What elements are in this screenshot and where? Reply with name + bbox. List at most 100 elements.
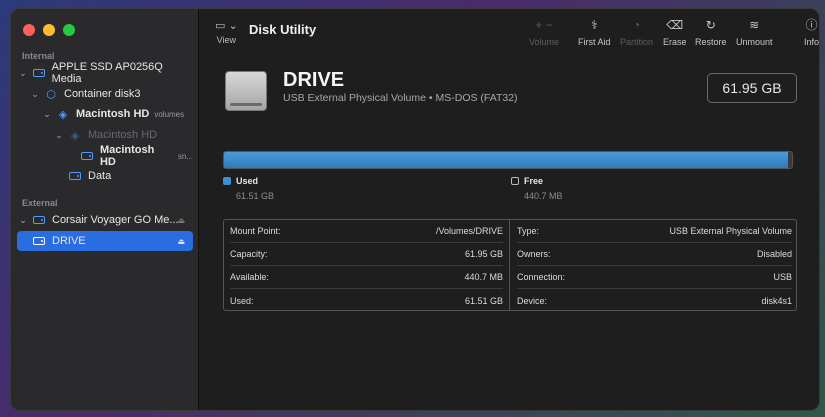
used-legend-value: 61.51 GB: [236, 191, 275, 201]
volume-group-icon: ◈: [58, 108, 68, 121]
sidebar-item-container[interactable]: ⌄ ⬡ Container disk3: [17, 84, 193, 104]
volume-button-label: Volume: [529, 37, 560, 47]
unmount-button-label: Unmount: [736, 37, 773, 47]
external-drive-icon: [225, 71, 267, 111]
used-legend-label: Used: [236, 176, 259, 186]
info-column-left: Mount Point: /Volumes/DRIVE Capacity: 61…: [224, 220, 510, 310]
restore-button[interactable]: ↻ Restore: [695, 17, 727, 47]
disk-icon: [33, 216, 45, 224]
info-value: 61.51 GB: [464, 295, 503, 306]
sidebar-item-label: Data: [88, 170, 112, 182]
sidebar-item-label: Container disk3: [64, 88, 141, 100]
chevron-down-icon[interactable]: ⌄: [41, 109, 53, 120]
free-legend: Free: [511, 176, 543, 186]
chevron-down-icon[interactable]: ⌄: [53, 130, 65, 141]
info-value: USB External Physical Volume: [669, 226, 792, 236]
sidebar: Internal ⌄ APPLE SSD AP0256Q Media ⌄ ⬡ C…: [11, 9, 199, 410]
unmount-icon: ≋: [749, 18, 760, 32]
info-button[interactable]: ⓘ Info: [804, 17, 819, 47]
sidebar-item-data[interactable]: Data: [17, 166, 193, 186]
sidebar-item-label: Macintosh HD: [88, 129, 158, 141]
sidebar-item-apple-ssd[interactable]: ⌄ APPLE SSD AP0256Q Media: [17, 61, 193, 85]
info-key: Available:: [230, 272, 269, 282]
view-button[interactable]: ▭ ⌄ View: [215, 19, 238, 45]
container-icon: ⬡: [46, 88, 56, 101]
unmount-button[interactable]: ≋ Unmount: [736, 17, 773, 47]
info-value: USB: [773, 272, 792, 282]
free-legend-label: Free: [524, 176, 544, 186]
disk-icon: [33, 237, 45, 245]
info-key: Device:: [517, 295, 548, 306]
sidebar-item-sublabel: volumes: [154, 109, 185, 119]
info-key: Owners:: [517, 249, 551, 259]
eject-icon[interactable]: ⏏: [177, 216, 185, 225]
stethoscope-icon: ⚕: [591, 18, 598, 32]
volume-button[interactable]: + − Volume: [529, 17, 559, 47]
disk-utility-window: Internal ⌄ APPLE SSD AP0256Q Media ⌄ ⬡ C…: [10, 8, 820, 411]
erase-button[interactable]: ⌫ Erase: [663, 17, 687, 47]
info-key: Used:: [230, 295, 254, 306]
info-value: 61.95 GB: [464, 249, 503, 259]
window-controls: [23, 24, 75, 36]
info-value: Disabled: [756, 249, 792, 259]
sidebar-item-label: Macintosh HD: [76, 108, 150, 120]
free-swatch-icon: [511, 177, 519, 185]
info-row-type: Type: USB External Physical Volume: [517, 220, 792, 243]
info-row-mount-point: Mount Point: /Volumes/DRIVE: [230, 220, 503, 243]
sidebar-item-label: DRIVE: [52, 235, 86, 247]
usage-bar-fill: [224, 152, 789, 168]
info-value: 440.7 MB: [464, 272, 503, 282]
info-value: /Volumes/DRIVE: [435, 226, 503, 236]
minimize-button[interactable]: [43, 24, 55, 36]
external-section-label: External: [22, 198, 58, 208]
sidebar-item-macintosh-hd-snapshot[interactable]: Macintosh HD sn...: [17, 144, 193, 168]
eject-icon[interactable]: ⏏: [177, 237, 185, 246]
info-row-available: Available: 440.7 MB: [230, 266, 503, 289]
info-key: Connection:: [517, 272, 566, 282]
info-row-connection: Connection: USB: [517, 266, 792, 289]
info-row-owners: Owners: Disabled: [517, 243, 792, 266]
app-title: Disk Utility: [249, 22, 317, 37]
used-swatch-icon: [223, 177, 231, 185]
free-legend-value: 440.7 MB: [524, 191, 563, 201]
disk-icon: [69, 172, 81, 180]
info-table: Mount Point: /Volumes/DRIVE Capacity: 61…: [223, 219, 797, 311]
zoom-button[interactable]: [63, 24, 75, 36]
chevron-down-icon[interactable]: ⌄: [17, 215, 29, 226]
info-key: Mount Point:: [230, 226, 281, 236]
info-icon: ⓘ: [805, 18, 818, 32]
info-column-right: Type: USB External Physical Volume Owner…: [511, 220, 798, 310]
info-value: disk4s1: [761, 295, 792, 306]
partition-icon: ◔: [632, 18, 641, 32]
chevron-down-icon[interactable]: ⌄: [17, 68, 29, 79]
partition-button-label: Partition: [620, 37, 654, 47]
disk-icon: [81, 152, 93, 160]
usage-bar: [223, 151, 793, 169]
chevron-down-icon[interactable]: ⌄: [29, 89, 41, 100]
partition-button[interactable]: ◔ Partition: [620, 17, 653, 47]
sidebar-item-sublabel: sn...: [177, 151, 193, 161]
close-button[interactable]: [23, 24, 35, 36]
info-row-device: Device: disk4s1: [517, 289, 792, 312]
sidebar-item-corsair[interactable]: ⌄ Corsair Voyager GO Me... ⏏: [17, 210, 193, 230]
restore-button-label: Restore: [695, 37, 727, 47]
sidebar-item-label: Corsair Voyager GO Me...: [52, 214, 179, 226]
internal-section-label: Internal: [22, 51, 55, 61]
info-row-used: Used: 61.51 GB: [230, 289, 503, 312]
drive-size-badge: 61.95 GB: [707, 73, 797, 103]
sidebar-item-drive[interactable]: DRIVE ⏏: [17, 231, 193, 251]
volume-group-icon: ◈: [70, 129, 80, 142]
view-button-label: View: [216, 35, 237, 45]
toolbar: ▭ ⌄ View Disk Utility + − Volume ⚕ First…: [199, 9, 819, 57]
sidebar-item-label: Macintosh HD: [99, 144, 155, 168]
drive-description: USB External Physical Volume • MS-DOS (F…: [283, 92, 518, 104]
used-legend: Used: [223, 176, 258, 186]
eraser-icon: ⌫: [666, 18, 684, 32]
first-aid-button-label: First Aid: [578, 37, 611, 47]
info-row-capacity: Capacity: 61.95 GB: [230, 243, 503, 266]
drive-name: DRIVE: [283, 69, 345, 91]
sidebar-item-macintosh-hd-volumes[interactable]: ⌄ ◈ Macintosh HD volumes: [17, 104, 193, 124]
main-pane: ▭ ⌄ View Disk Utility + − Volume ⚕ First…: [199, 9, 819, 410]
sidebar-item-macintosh-hd-dim[interactable]: ⌄ ◈ Macintosh HD: [17, 125, 193, 145]
first-aid-button[interactable]: ⚕ First Aid: [578, 17, 611, 47]
